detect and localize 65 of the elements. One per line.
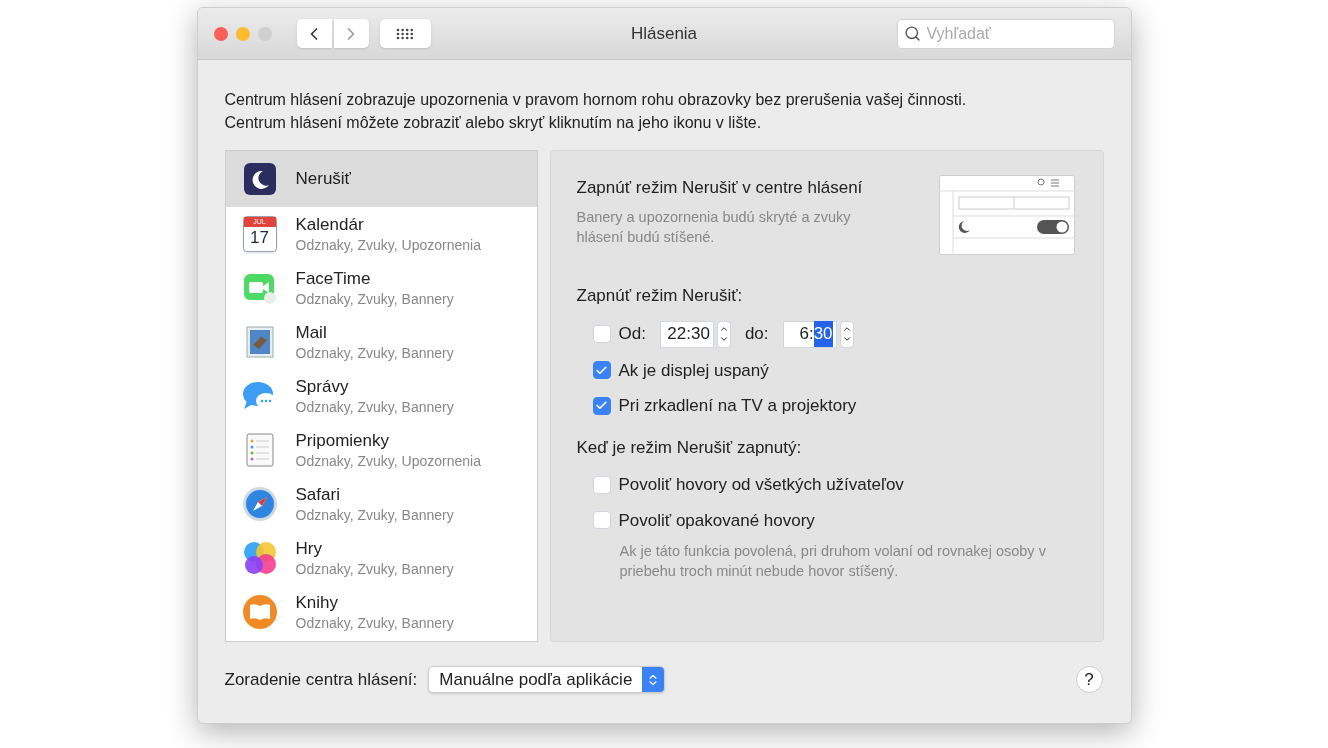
time-field[interactable]: 6:30: [782, 320, 837, 348]
from-label: Od:: [618, 323, 646, 346]
app-name: Kalendár: [295, 214, 365, 236]
grid-button[interactable]: [379, 19, 431, 48]
down-chevron-icon: [718, 334, 729, 344]
up-chevron-icon: [841, 324, 852, 334]
app-name: Knihy: [295, 592, 340, 614]
app-subtitle: Odznaky, Zvuky, Bannery: [295, 560, 454, 578]
app-name: Správy: [295, 376, 350, 398]
stepper[interactable]: [716, 320, 731, 348]
app-subtitle: Odznaky, Zvuky, Bannery: [295, 506, 454, 524]
close-button[interactable]: [213, 26, 228, 41]
to-label: do:: [744, 323, 769, 346]
time-field[interactable]: 22:30: [659, 320, 714, 348]
compass-app-icon: [241, 486, 278, 522]
video-camera-app-icon: [242, 271, 277, 305]
intro-text: Centrum hlásení zobrazuje upozornenia v pravom hornom rohu obrazovky bez prerušenia vašej činnosti.: [224, 90, 968, 110]
app-list-item[interactable]: Knihy Odznaky, Zvuky, Bannery: [225, 585, 537, 639]
app-list-item[interactable]: FaceTime Odznaky, Zvuky, Bannery: [225, 261, 537, 315]
app-list-item[interactable]: Správy Odznaky, Zvuky, Bannery: [225, 369, 537, 423]
app-subtitle: Odznaky, Zvuky, Bannery: [295, 344, 454, 362]
checkbox[interactable]: [592, 396, 611, 415]
app-subtitle: Odznaky, Zvuky, Bannery: [295, 398, 454, 416]
app-list-item[interactable]: Hry Odznaky, Zvuky, Bannery: [225, 531, 537, 585]
search-icon: [903, 24, 921, 42]
app-subtitle: Odznaky, Zvuky, Bannery: [295, 290, 454, 308]
app-list-item[interactable]: Pripomienky Odznaky, Zvuky, Upozornenia: [225, 423, 537, 477]
colored-bubbles-app-icon: [241, 540, 278, 576]
app-name: Hry: [295, 538, 323, 560]
checkbox-label: Ak je displej uspaný: [618, 359, 769, 382]
sort-label: Zoradenie centra hlásení:: [224, 668, 418, 691]
checkbox-label: Povoliť opakované hovory: [618, 509, 815, 532]
checkmark-icon: [595, 363, 608, 377]
section-heading: Keď je režim Nerušiť zapnutý:: [576, 436, 803, 459]
stepper[interactable]: [839, 320, 854, 348]
grid-icon: [396, 27, 414, 40]
intro-text: Centrum hlásení môžete zobraziť alebo skryť kliknutím na jeho ikonu v lište.: [224, 113, 763, 133]
app-name: Mail: [295, 322, 328, 344]
sort-dropdown[interactable]: Manuálne podľa aplikácie: [428, 666, 666, 693]
checkbox-label: Pri zrkadlení na TV a projektory: [618, 395, 857, 417]
app-name: Nerušiť: [295, 168, 351, 190]
help-button[interactable]: ?: [1075, 666, 1103, 693]
back-button[interactable]: [296, 19, 332, 48]
app-list-item[interactable]: Safari Odznaky, Zvuky, Bannery: [225, 477, 537, 531]
section-description: Banery a upozornenia budú skryté a zvuky hlásení budú stíšené.: [576, 207, 852, 247]
app-name: FaceTime: [295, 268, 372, 290]
window-title: Hlásenia: [630, 22, 698, 45]
app-subtitle: Odznaky, Zvuky, Bannery: [295, 614, 454, 632]
app-name: Pripomienky: [295, 430, 391, 452]
app-subtitle: Odznaky, Zvuky, Upozornenia: [295, 236, 481, 254]
search-field[interactable]: Vyhľadať: [896, 18, 1115, 49]
note-text: Ak je táto funkcia povolená, pri druhom volaní od rovnakej osoby v priebehu troch minút nebude hovor stíšený.: [618, 542, 1047, 581]
app-list-item[interactable]: Mail Odznaky, Zvuky, Bannery: [225, 315, 537, 369]
app-name: Safari: [295, 484, 341, 506]
minimize-button[interactable]: [235, 26, 250, 41]
book-app-icon: [241, 594, 278, 630]
app-list-item[interactable]: Nerušiť: [225, 151, 537, 207]
checkbox-label: Povoliť hovory od všetkých užívateľov: [618, 474, 904, 496]
up-chevron-icon: [718, 324, 729, 334]
app-subtitle: Odznaky, Zvuky, Upozornenia: [295, 452, 481, 470]
moon-app-icon: [242, 162, 277, 196]
checkbox[interactable]: [592, 361, 611, 380]
section-heading: Zapnúť režim Nerušiť:: [576, 285, 744, 307]
down-chevron-icon: [841, 334, 852, 344]
section-heading: Zapnúť režim Nerušiť v centre hlásení: [576, 177, 864, 199]
